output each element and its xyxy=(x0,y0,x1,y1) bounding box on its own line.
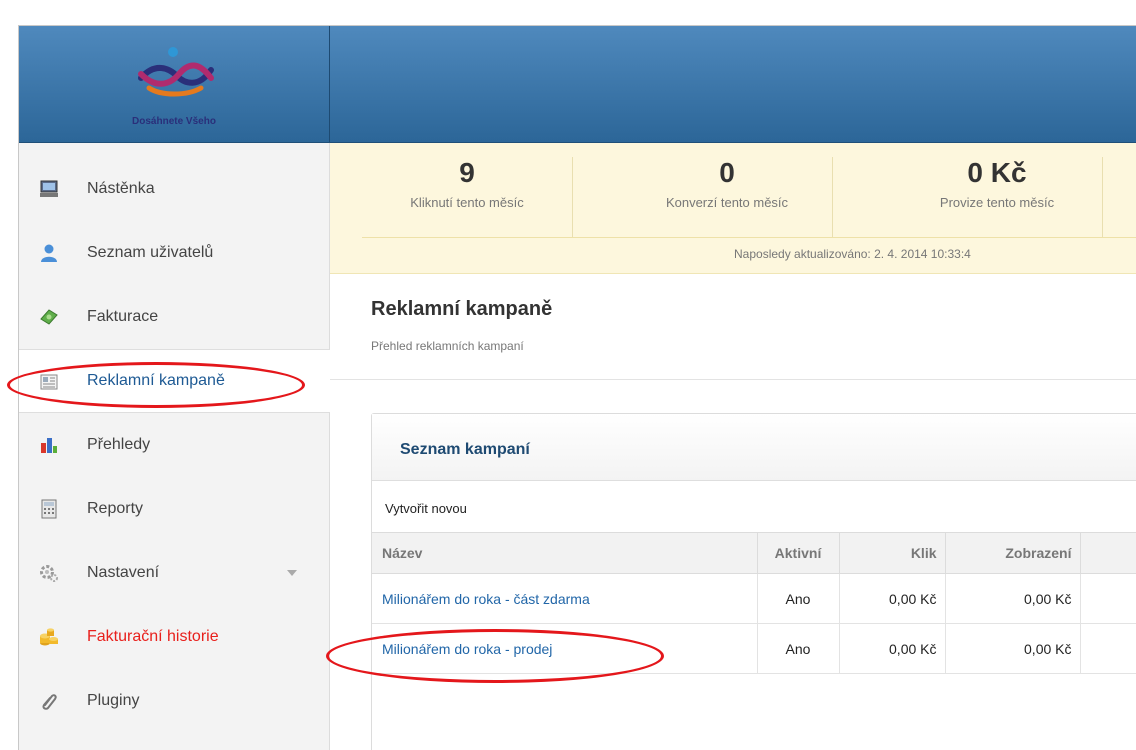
stat-conversions: 0 Konverzí tento měsíc xyxy=(622,157,833,237)
column-header-name[interactable]: Název xyxy=(372,532,758,574)
table-header-row: Název Aktivní Klik Zobrazení xyxy=(372,532,1136,574)
newspaper-icon xyxy=(40,374,58,390)
stat-caption: Konverzí tento měsíc xyxy=(665,195,789,210)
sidebar-item-nastaveni[interactable]: Nastavení xyxy=(19,541,329,605)
stats-divider xyxy=(362,237,1136,238)
logo[interactable]: Dosáhnete Všeho xyxy=(19,26,330,142)
sidebar-item-label: Přehledy xyxy=(87,436,151,453)
cell-extra xyxy=(1080,573,1136,624)
column-header-views[interactable]: Zobrazení xyxy=(945,532,1081,574)
campaign-link[interactable]: Milionářem do roka - prodej xyxy=(382,641,552,657)
cell-extra xyxy=(1080,623,1136,674)
user-icon xyxy=(41,244,57,262)
stat-caption: Provize tento měsíc xyxy=(939,195,1055,210)
coins-icon xyxy=(40,628,58,646)
paperclip-icon xyxy=(42,694,57,710)
stat-value: 0 Kč xyxy=(967,157,1027,188)
create-new-link[interactable]: Vytvořit novou xyxy=(385,501,467,516)
sidebar-item-reklamni-kampane[interactable]: Reklamní kampaně xyxy=(19,349,330,413)
campaign-table: Název Aktivní Klik Zobrazení Milionářem … xyxy=(372,532,1136,674)
page-subtitle: Přehled reklamních kampaní xyxy=(371,339,524,353)
chevron-down-icon[interactable] xyxy=(287,570,297,576)
column-header-extra xyxy=(1080,532,1136,574)
monitor-icon xyxy=(40,180,58,197)
cell-active: Ano xyxy=(757,623,840,674)
sidebar-item-label: Fakturační historie xyxy=(87,628,219,645)
cell-name: Milionářem do roka - část zdarma xyxy=(372,573,758,624)
sidebar: Nástěnka Seznam uživatelů Fakturace Rekl… xyxy=(19,143,330,750)
sidebar-item-fakturace[interactable]: Fakturace xyxy=(19,285,329,349)
sidebar-item-label: Fakturace xyxy=(87,308,159,325)
stat-commission: 0 Kč Provize tento měsíc xyxy=(892,157,1103,237)
calculator-icon xyxy=(41,499,57,519)
gear-icon xyxy=(40,565,58,582)
sidebar-item-label: Nastavení xyxy=(87,564,160,581)
logo-text: Dosáhnete Všeho xyxy=(132,116,216,127)
sidebar-item-label: Pluginy xyxy=(87,692,140,709)
sidebar-item-label: Reporty xyxy=(87,500,144,517)
cell-active: Ano xyxy=(757,573,840,624)
app-window: Dosáhnete Všeho Nástěnka Seznam uživatel… xyxy=(18,25,1136,750)
cell-views: 0,00 Kč xyxy=(945,573,1081,624)
sidebar-item-pluginy[interactable]: Pluginy xyxy=(19,669,329,733)
main-content: 9 Kliknutí tento měsíc 0 Konverzí tento … xyxy=(330,143,1136,750)
cell-click: 0,00 Kč xyxy=(839,573,946,624)
stat-value: 0 xyxy=(719,157,735,188)
sidebar-item-reporty[interactable]: Reporty xyxy=(19,477,329,541)
column-header-active[interactable]: Aktivní xyxy=(757,532,840,574)
sidebar-item-label: Reklamní kampaně xyxy=(87,372,225,389)
stats-bar: 9 Kliknutí tento měsíc 0 Konverzí tento … xyxy=(330,143,1136,274)
cell-click: 0,00 Kč xyxy=(839,623,946,674)
panel-header: Seznam kampaní xyxy=(372,414,1136,481)
column-header-click[interactable]: Klik xyxy=(839,532,946,574)
top-bar: Dosáhnete Všeho xyxy=(19,26,1136,143)
money-icon xyxy=(40,309,58,325)
sidebar-item-nastenka[interactable]: Nástěnka xyxy=(19,157,329,221)
sidebar-item-label: Seznam uživatelů xyxy=(87,244,214,261)
logo-icon xyxy=(138,47,214,97)
cell-name: Milionářem do roka - prodej xyxy=(372,623,758,674)
table-row: Milionářem do roka - část zdarma Ano 0,0… xyxy=(372,573,1136,624)
page-title: Reklamní kampaně xyxy=(371,298,553,320)
sidebar-item-label: Nástěnka xyxy=(87,180,155,197)
stat-value: 9 xyxy=(459,157,475,188)
bar-chart-icon xyxy=(41,438,57,453)
last-updated: Naposledy aktualizováno: 2. 4. 2014 10:3… xyxy=(734,247,971,261)
stat-caption: Kliknutí tento měsíc xyxy=(410,195,524,210)
sidebar-item-fakturacni-historie[interactable]: Fakturační historie xyxy=(19,605,329,669)
campaign-link[interactable]: Milionářem do roka - část zdarma xyxy=(382,591,590,607)
table-row: Milionářem do roka - prodej Ano 0,00 Kč … xyxy=(372,623,1136,674)
stat-clicks: 9 Kliknutí tento měsíc xyxy=(362,157,573,237)
header-divider xyxy=(330,379,1136,380)
sidebar-item-seznam-uzivatelu[interactable]: Seznam uživatelů xyxy=(19,221,329,285)
panel-title: Seznam kampaní xyxy=(400,441,530,458)
sidebar-item-prehledy[interactable]: Přehledy xyxy=(19,413,329,477)
campaign-panel: Seznam kampaní Vytvořit novou Název Akti… xyxy=(371,413,1136,750)
cell-views: 0,00 Kč xyxy=(945,623,1081,674)
